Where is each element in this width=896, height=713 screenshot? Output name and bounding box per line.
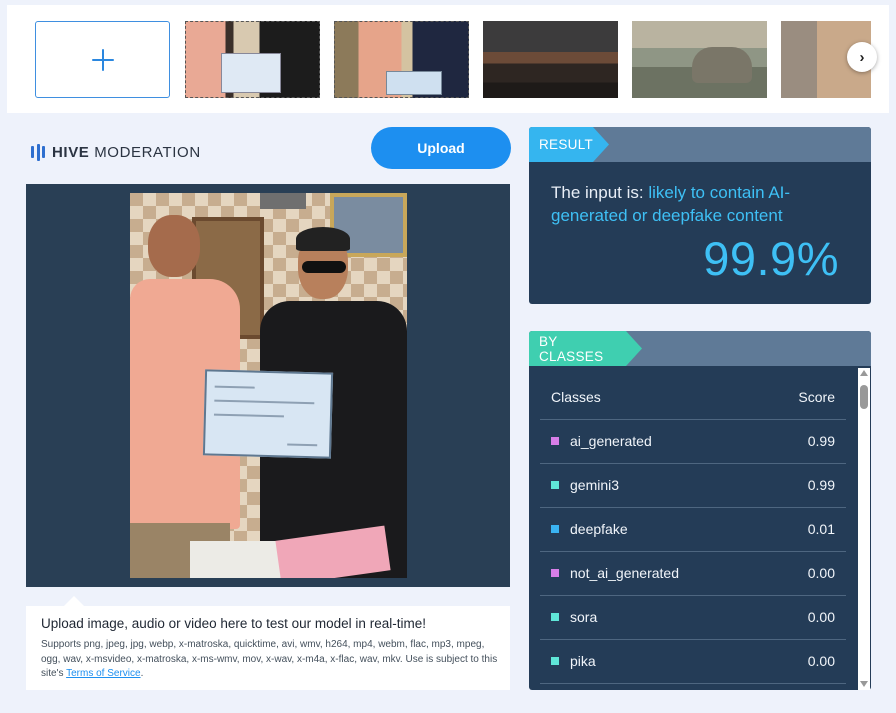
class-color-swatch: [551, 569, 559, 577]
class-score: 0.99: [807, 477, 835, 493]
upload-info-title: Upload image, audio or video here to tes…: [41, 616, 426, 631]
add-media-button[interactable]: [35, 21, 170, 98]
class-color-swatch: [551, 525, 559, 533]
class-name: pika: [570, 653, 596, 669]
class-score: 0.00: [807, 609, 835, 625]
class-color-swatch: [551, 437, 559, 445]
result-tag: RESULT: [529, 127, 609, 162]
class-name: ai_generated: [570, 433, 652, 449]
terms-of-service-link[interactable]: Terms of Service: [66, 668, 140, 679]
class-row: ai_generated 0.99: [540, 420, 846, 464]
class-name: deepfake: [570, 521, 628, 537]
scrollbar-thumb[interactable]: [860, 385, 868, 409]
result-panel: RESULT The input is: likely to contain A…: [529, 127, 871, 304]
class-row: pika 0.00: [540, 640, 846, 684]
class-color-swatch: [551, 657, 559, 665]
classes-panel-header: BY CLASSES: [529, 331, 871, 366]
hive-moderation-logo: HIVE MODERATION: [31, 143, 201, 161]
thumbnail-1[interactable]: [185, 21, 320, 98]
classes-tag: BY CLASSES: [529, 331, 642, 366]
thumbnail-strip: ›: [7, 5, 889, 113]
thumbnail-3[interactable]: [483, 21, 618, 98]
plus-icon: [91, 48, 114, 71]
next-thumbnails-button[interactable]: ›: [847, 42, 877, 72]
supported-formats-text: Supports png, jpeg, jpg, webp, x-matrosk…: [41, 638, 503, 682]
class-color-swatch: [551, 481, 559, 489]
verdict-prefix: The input is:: [551, 183, 649, 202]
tos-period: .: [140, 668, 144, 679]
class-row: deepfake 0.01: [540, 508, 846, 552]
uploaded-photo: [130, 193, 407, 578]
class-score: 0.99: [807, 433, 835, 449]
class-color-swatch: [551, 613, 559, 621]
media-preview: [26, 184, 510, 587]
class-name: not_ai_generated: [570, 565, 679, 581]
classes-scrollbar[interactable]: [858, 368, 870, 690]
class-score: 0.01: [807, 521, 835, 537]
class-name: gemini3: [570, 477, 620, 493]
result-score: 99.9%: [703, 232, 839, 285]
thumbnail-4[interactable]: [632, 21, 767, 98]
hive-logo-icon: [31, 143, 45, 161]
logo-product: MODERATION: [94, 143, 201, 161]
class-score: 0.00: [807, 565, 835, 581]
classes-table-header: Classes Score: [540, 377, 846, 420]
result-verdict: The input is: likely to contain AI-gener…: [551, 181, 851, 227]
column-score: Score: [798, 389, 835, 405]
result-panel-header: RESULT: [529, 127, 871, 162]
class-row: not_ai_generated 0.00: [540, 552, 846, 596]
classes-panel: BY CLASSES Classes Score ai_generated 0.…: [529, 331, 871, 690]
class-score: 0.00: [807, 653, 835, 669]
column-classes: Classes: [551, 389, 601, 405]
scroll-up-arrow-icon[interactable]: [860, 370, 868, 376]
upload-button[interactable]: Upload: [371, 127, 511, 169]
logo-brand: HIVE: [52, 143, 90, 161]
thumbnail-2[interactable]: [334, 21, 469, 98]
logo-text: HIVE MODERATION: [52, 144, 201, 161]
class-row: sora 0.00: [540, 596, 846, 640]
scroll-down-arrow-icon[interactable]: [860, 681, 868, 687]
chevron-right-icon: ›: [859, 48, 865, 66]
class-name: sora: [570, 609, 598, 625]
upload-info-card: Upload image, audio or video here to tes…: [26, 596, 510, 690]
class-row: gemini3 0.99: [540, 464, 846, 508]
